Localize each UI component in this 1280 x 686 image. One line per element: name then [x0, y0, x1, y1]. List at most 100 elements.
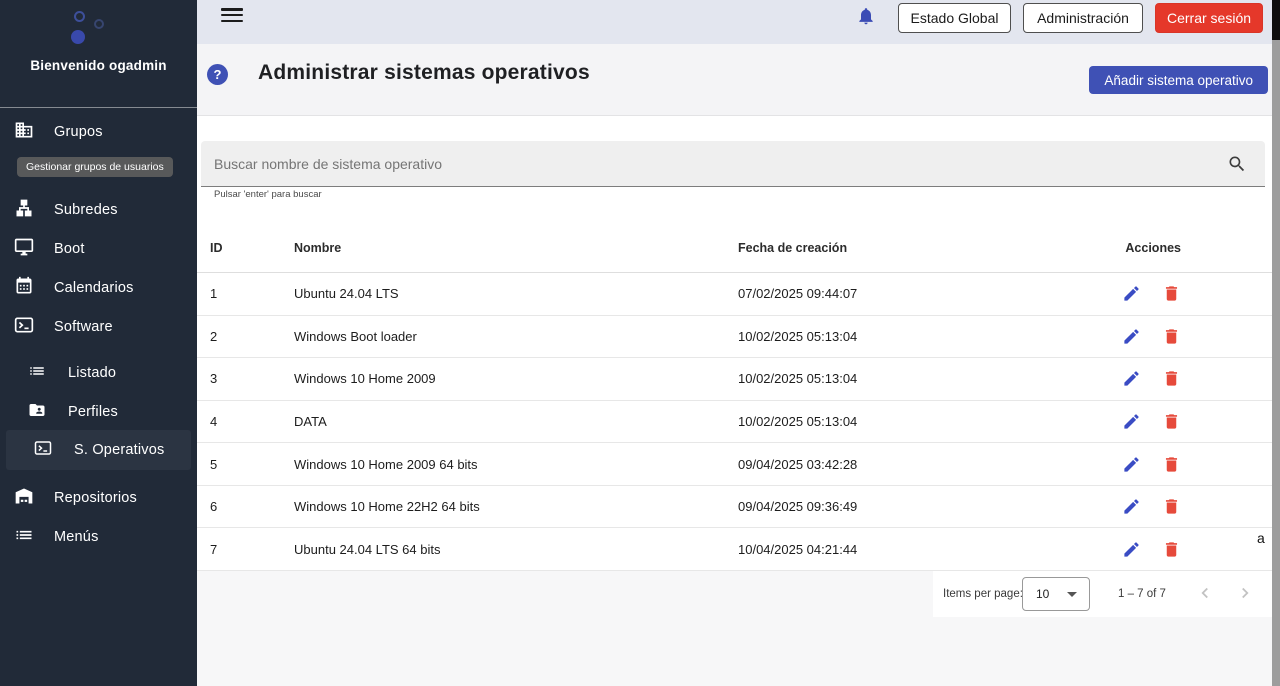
cell-id: 3 [210, 371, 218, 387]
sidebar: Bienvenido ogadmin Grupos Gestionar grup… [0, 0, 197, 686]
delete-trash-icon[interactable] [1162, 540, 1181, 559]
warehouse-icon [14, 486, 34, 511]
sidebar-item-label: Grupos [54, 124, 103, 140]
sidebar-item-label: Boot [54, 241, 85, 257]
cell-name: Ubuntu 24.04 LTS [294, 286, 399, 302]
app-logo [0, 0, 197, 50]
monitor-icon [14, 237, 34, 262]
calendar-icon [14, 276, 34, 301]
page-header: ? Administrar sistemas operativos Añadir… [197, 44, 1280, 116]
table-row: 5 Windows 10 Home 2009 64 bits 09/04/202… [197, 443, 1272, 486]
menu-hamburger-icon[interactable] [221, 8, 243, 25]
page-size-value: 10 [1036, 587, 1050, 601]
network-icon [14, 198, 34, 223]
terminal-icon [34, 439, 52, 462]
cell-date: 10/02/2025 05:13:04 [738, 371, 858, 387]
column-header-acciones: Acciones [1125, 241, 1181, 255]
delete-trash-icon[interactable] [1162, 497, 1181, 516]
top-toolbar: Estado Global Administración Cerrar sesi… [197, 0, 1280, 44]
paginator: Items per page: 10 1 – 7 of 7 [933, 571, 1272, 617]
building-icon [14, 120, 34, 145]
sidebar-item-label: Menús [54, 529, 99, 545]
cell-date: 09/04/2025 09:36:49 [738, 499, 858, 515]
edit-pencil-icon[interactable] [1122, 455, 1141, 474]
sidebar-item-listado[interactable]: Listado [0, 353, 197, 393]
table-header-row: ID Nombre Fecha de creación Acciones [197, 224, 1272, 273]
cell-id: 7 [210, 541, 218, 557]
sidebar-item-software[interactable]: Software [0, 307, 197, 347]
delete-trash-icon[interactable] [1162, 369, 1181, 388]
delete-trash-icon[interactable] [1162, 412, 1181, 431]
cell-id: 5 [210, 456, 218, 472]
table-row: 1 Ubuntu 24.04 LTS 07/02/2025 09:44:07 [197, 273, 1272, 316]
terminal-icon [14, 315, 34, 340]
edit-pencil-icon[interactable] [1122, 284, 1141, 303]
cell-name: Windows 10 Home 2009 64 bits [294, 456, 478, 472]
logo-circle-icon [94, 19, 104, 29]
sidebar-item-subredes[interactable]: Subredes [0, 190, 197, 230]
logo-circle-icon [71, 30, 85, 44]
sidebar-tooltip: Gestionar grupos de usuarios [17, 157, 173, 177]
cell-date: 10/02/2025 05:13:04 [738, 328, 858, 344]
cell-id: 2 [210, 328, 218, 344]
sidebar-item-calendarios[interactable]: Calendarios [0, 268, 197, 308]
scrollbar-thumb[interactable] [1272, 0, 1280, 40]
page-title: Administrar sistemas operativos [258, 61, 590, 84]
search-icon[interactable] [1227, 154, 1247, 179]
cell-date: 10/02/2025 05:13:04 [738, 413, 858, 429]
administracion-button[interactable]: Administración [1023, 3, 1143, 33]
delete-trash-icon[interactable] [1162, 327, 1181, 346]
cell-id: 6 [210, 499, 218, 515]
page-size-select[interactable]: 10 [1022, 577, 1090, 611]
estado-global-button[interactable]: Estado Global [898, 3, 1011, 33]
column-header-id: ID [210, 241, 223, 255]
paginator-range-label: 1 – 7 of 7 [1118, 588, 1166, 600]
sidebar-item-label: Listado [68, 365, 117, 381]
cell-date: 10/04/2025 04:21:44 [738, 541, 858, 557]
delete-trash-icon[interactable] [1162, 284, 1181, 303]
edit-pencil-icon[interactable] [1122, 540, 1141, 559]
sidebar-item-menus[interactable]: Menús [0, 517, 197, 557]
edit-pencil-icon[interactable] [1122, 327, 1141, 346]
sidebar-item-repositorios[interactable]: Repositorios [0, 478, 197, 518]
sidebar-item-boot[interactable]: Boot [0, 229, 197, 269]
add-os-button[interactable]: Añadir sistema operativo [1089, 66, 1268, 94]
list-icon [14, 525, 34, 550]
items-per-page-label: Items per page: [943, 588, 1023, 600]
table-row: 4 DATA 10/02/2025 05:13:04 [197, 401, 1272, 444]
cerrar-sesion-button[interactable]: Cerrar sesión [1155, 3, 1263, 33]
folder-user-icon [28, 401, 46, 424]
delete-trash-icon[interactable] [1162, 455, 1181, 474]
column-header-fecha: Fecha de creación [738, 241, 848, 255]
cell-name: Windows 10 Home 2009 [294, 371, 436, 387]
chevron-left-icon[interactable] [1196, 584, 1214, 607]
chevron-right-icon[interactable] [1236, 584, 1254, 607]
cell-name: Ubuntu 24.04 LTS 64 bits [294, 541, 441, 557]
help-icon[interactable]: ? [207, 64, 228, 85]
sidebar-item-grupos[interactable]: Grupos [0, 112, 197, 152]
edit-pencil-icon[interactable] [1122, 412, 1141, 431]
sidebar-item-label: S. Operativos [74, 442, 165, 458]
sidebar-item-label: Repositorios [54, 490, 137, 506]
sidebar-item-label: Perfiles [68, 404, 118, 420]
chevron-down-icon [1067, 592, 1077, 597]
table-row: 2 Windows Boot loader 10/02/2025 05:13:0… [197, 316, 1272, 359]
search-input[interactable] [214, 141, 1194, 186]
sidebar-item-s-operativos[interactable]: S. Operativos [6, 430, 191, 470]
cell-date: 07/02/2025 09:44:07 [738, 286, 858, 302]
vertical-scrollbar[interactable] [1272, 0, 1280, 686]
table-row: 7 Ubuntu 24.04 LTS 64 bits 10/04/2025 04… [197, 528, 1272, 571]
cell-id: 4 [210, 413, 218, 429]
table-row: 3 Windows 10 Home 2009 10/02/2025 05:13:… [197, 358, 1272, 401]
sidebar-item-label: Software [54, 319, 113, 335]
edit-pencil-icon[interactable] [1122, 497, 1141, 516]
search-hint: Pulsar 'enter' para buscar [214, 189, 322, 200]
sidebar-divider [0, 107, 197, 108]
cell-name: Windows 10 Home 22H2 64 bits [294, 499, 480, 515]
list-icon [28, 362, 46, 385]
notifications-bell-icon[interactable] [856, 5, 876, 27]
os-table-card: Pulsar 'enter' para buscar ID Nombre Fec… [197, 116, 1272, 571]
cell-name: Windows Boot loader [294, 328, 417, 344]
edit-pencil-icon[interactable] [1122, 369, 1141, 388]
sidebar-item-perfiles[interactable]: Perfiles [0, 392, 197, 432]
